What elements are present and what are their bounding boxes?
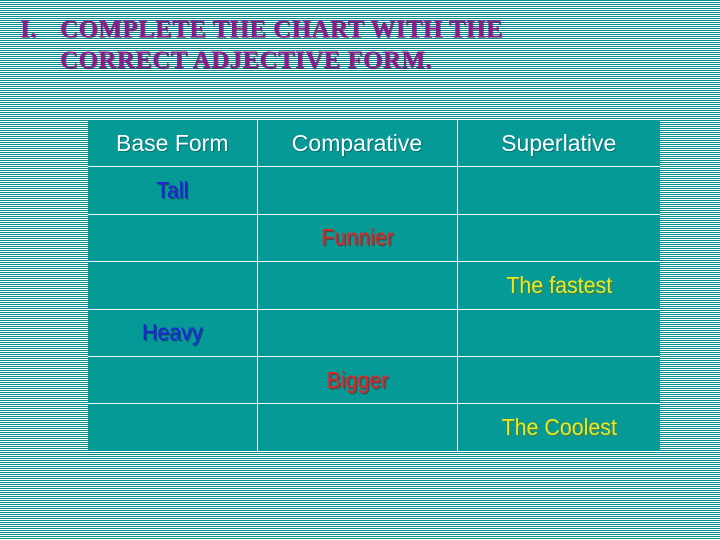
cell-superlative[interactable] (456, 355, 660, 405)
cell-value: Heavy (141, 319, 203, 346)
cell-value: Bigger (326, 366, 388, 393)
cell-comparative[interactable]: Funnier (256, 213, 458, 263)
column-header-base-form-label: Base Form (116, 129, 229, 156)
cell-comparative[interactable] (256, 261, 458, 310)
column-header-superlative-label: Superlative (501, 129, 617, 156)
cell-comparative[interactable] (256, 166, 458, 215)
table-header-row: Base Form Comparative Superlative (88, 120, 660, 168)
table-row: Tall (88, 166, 660, 215)
table-row: Bigger (88, 355, 660, 405)
cell-superlative[interactable] (456, 166, 660, 215)
cell-base-form[interactable]: Tall (88, 166, 258, 215)
cell-value: The Coolest (501, 413, 617, 440)
cell-superlative[interactable] (456, 213, 660, 263)
column-header-superlative: Superlative (456, 120, 660, 168)
cell-base-form[interactable] (88, 403, 258, 451)
title-line-2: CORRECT ADJECTIVE FORM. (60, 47, 432, 74)
cell-superlative[interactable]: The Coolest (456, 403, 660, 451)
cell-base-form[interactable]: Heavy (88, 308, 258, 357)
cell-comparative[interactable] (256, 403, 458, 451)
title-text-line-1: COMPLETE THE CHART WITH THE (60, 16, 503, 43)
column-header-comparative-label: Comparative (291, 129, 423, 156)
table-row: The fastest (88, 261, 660, 310)
table-row: Funnier (88, 213, 660, 263)
adjective-forms-table: Base Form Comparative Superlative Tall F… (88, 120, 660, 451)
cell-comparative[interactable] (256, 308, 458, 357)
cell-base-form[interactable] (88, 355, 258, 405)
cell-value: Funnier (320, 224, 394, 251)
cell-superlative[interactable] (456, 308, 660, 357)
column-header-comparative: Comparative (256, 120, 458, 168)
cell-comparative[interactable]: Bigger (256, 355, 458, 405)
cell-value: The fastest (505, 271, 612, 298)
cell-base-form[interactable] (88, 213, 258, 263)
page-title: I. COMPLETE THE CHART WITH THE CORRECT AD… (18, 14, 702, 76)
cell-base-form[interactable] (88, 261, 258, 310)
cell-value: Tall (156, 176, 189, 203)
title-line-1: I. COMPLETE THE CHART WITH THE (18, 14, 702, 45)
table-row: Heavy (88, 308, 660, 357)
title-number: I. (20, 16, 37, 43)
cell-superlative[interactable]: The fastest (456, 261, 660, 310)
table-row: The Coolest (88, 403, 660, 451)
column-header-base-form: Base Form (88, 120, 258, 168)
